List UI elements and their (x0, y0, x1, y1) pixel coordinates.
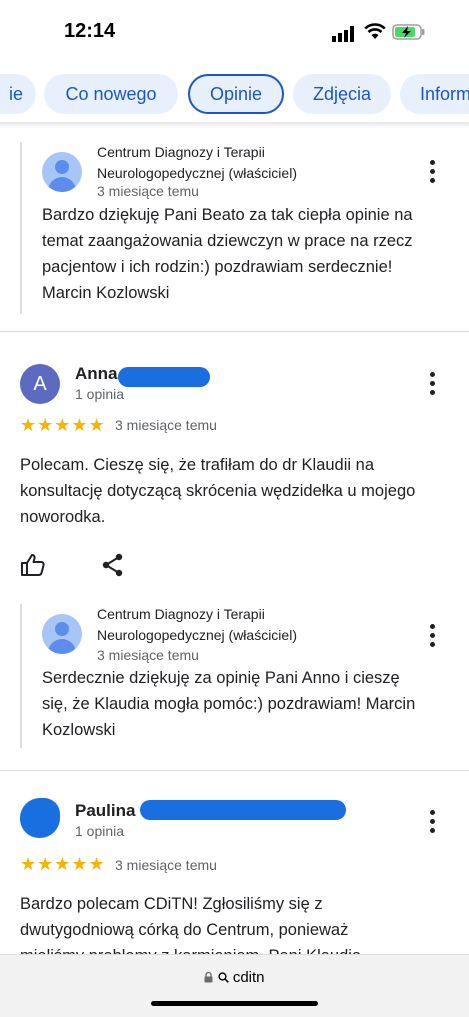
reviewer-name[interactable]: Anna (75, 364, 118, 384)
reply-time: 3 miesiące temu (97, 183, 199, 199)
review-time: 3 miesiące temu (115, 857, 217, 873)
clock: 12:14 (64, 20, 116, 42)
home-indicator[interactable] (151, 1001, 318, 1006)
status-bar: 12:14 (0, 0, 469, 64)
tab-updates[interactable]: Co nowego (44, 74, 178, 114)
redaction-mark (140, 800, 346, 820)
chips-divider (0, 122, 469, 128)
reply-bar (20, 142, 22, 314)
cellular-signal-icon (332, 26, 354, 42)
tab-info[interactable]: Inform (400, 74, 469, 114)
owner-name: Centrum Diagnozy i Terapii Neurologopedy… (97, 606, 297, 643)
review-time: 3 miesiące temu (115, 417, 217, 433)
review-count: 1 opinia (75, 823, 125, 839)
tab-reviews[interactable]: Opinie (188, 74, 284, 114)
reply-time: 3 miesiące temu (97, 647, 199, 663)
avatar[interactable] (20, 798, 60, 838)
tab-chips-row: ie Co nowego Opinie Zdjęcia Inform (0, 70, 469, 122)
reply-text: Bardzo dziękuję Pani Beato za tak ciepła… (42, 206, 413, 302)
lock-icon (204, 971, 213, 983)
more-options-icon[interactable] (430, 160, 436, 184)
tab-overview[interactable]: ie (0, 74, 36, 114)
owner-avatar (42, 614, 82, 654)
owner-name: Centrum Diagnozy i Terapii Neurologopedy… (97, 144, 297, 181)
reply-bar (20, 604, 22, 748)
reply-text: Serdecznie dziękuję za opinię Pani Anno … (42, 669, 416, 739)
tab-photos[interactable]: Zdjęcia (293, 74, 391, 114)
address-bar[interactable]: cditn (0, 969, 469, 986)
star-rating: ★★★★★ (20, 415, 106, 435)
wifi-icon (364, 23, 386, 39)
review-text: Bardzo polecam CDiTN! Zgłosiliśmy się z … (20, 895, 361, 954)
review-count: 1 opinia (75, 386, 125, 402)
battery-charging-icon (392, 24, 425, 40)
star-rating: ★★★★★ (20, 854, 106, 874)
avatar[interactable]: A (20, 364, 60, 404)
review-divider (0, 770, 469, 771)
more-options-icon[interactable] (430, 624, 436, 648)
owner-avatar (42, 152, 82, 192)
more-options-icon[interactable] (430, 372, 436, 396)
reviewer-name[interactable]: Paulina (75, 801, 135, 821)
review-divider (0, 331, 469, 332)
search-icon (218, 972, 229, 983)
url-text: cditn (232, 969, 265, 986)
review-text: Polecam. Cieszę się, że trafiłam do dr K… (20, 456, 416, 526)
share-icon[interactable] (102, 553, 124, 577)
redaction-mark (118, 367, 210, 387)
thumbs-up-icon[interactable] (20, 553, 46, 577)
browser-bottom-bar: cditn (0, 954, 469, 1017)
more-options-icon[interactable] (430, 810, 436, 834)
